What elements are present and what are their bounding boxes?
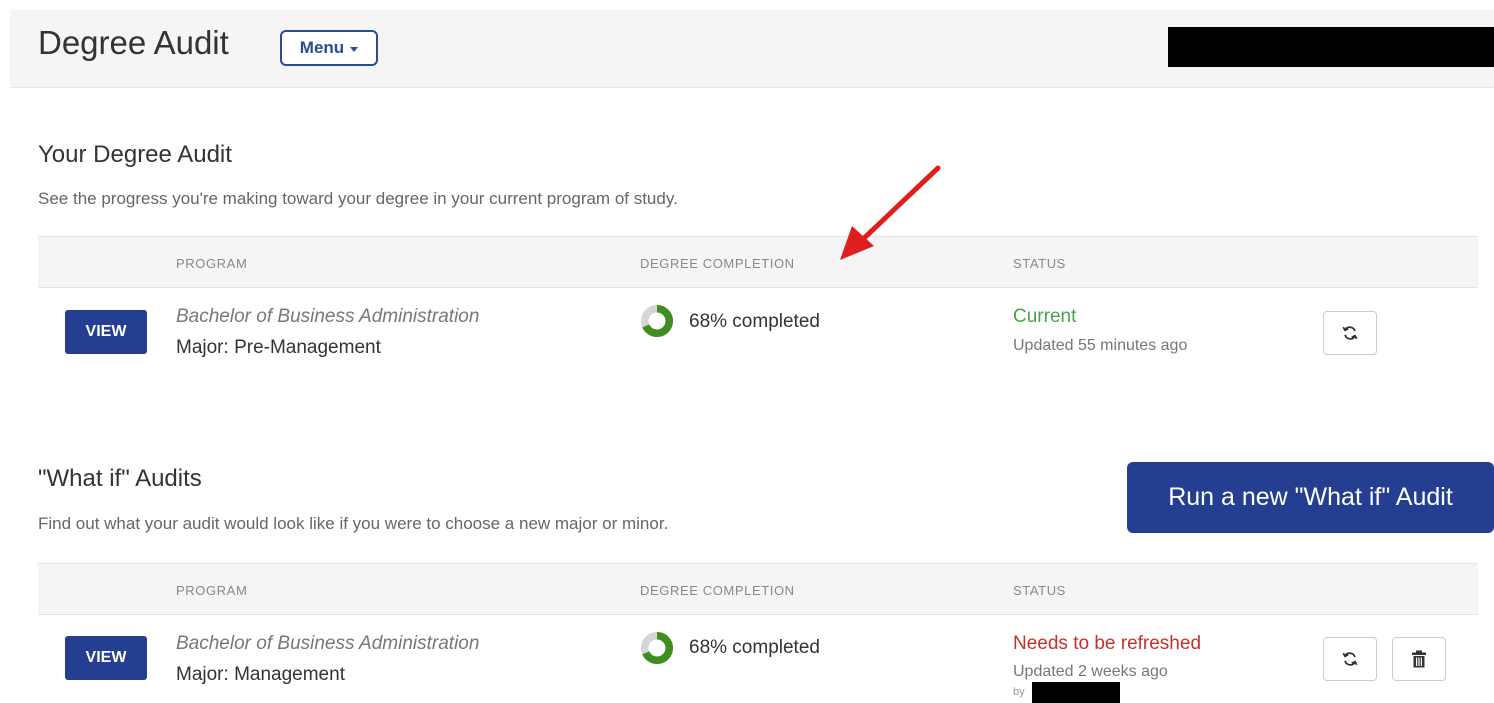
menu-button-label: Menu bbox=[299, 38, 345, 57]
column-header-program: PROGRAM bbox=[176, 256, 248, 271]
program-name: Bachelor of Business Administration bbox=[176, 306, 480, 327]
whatif-audit-table-header: PROGRAM DEGREE COMPLETION STATUS bbox=[38, 563, 1478, 615]
redacted-updated-by bbox=[1032, 682, 1120, 703]
delete-button[interactable] bbox=[1392, 637, 1446, 681]
current-audit-description: See the progress you're making toward yo… bbox=[38, 189, 678, 208]
refresh-button[interactable] bbox=[1323, 637, 1377, 681]
completion-donut-icon bbox=[640, 304, 674, 338]
column-header-program: PROGRAM bbox=[176, 583, 248, 598]
major-name: Major: Pre-Management bbox=[176, 337, 381, 358]
page-header: Degree Audit Menu bbox=[10, 10, 1494, 88]
annotation-arrow-icon bbox=[840, 165, 941, 260]
view-button[interactable]: VIEW bbox=[65, 636, 147, 680]
current-audit-table-header: PROGRAM DEGREE COMPLETION STATUS bbox=[38, 236, 1478, 288]
menu-button[interactable]: Menu bbox=[280, 30, 378, 66]
program-name: Bachelor of Business Administration bbox=[176, 633, 480, 654]
whatif-audits-title: "What if" Audits bbox=[38, 465, 202, 492]
status-badge: Needs to be refreshed bbox=[1013, 633, 1202, 654]
completion-text: 68% completed bbox=[689, 311, 820, 332]
page-title: Degree Audit bbox=[38, 24, 229, 61]
redacted-user-name bbox=[1168, 27, 1494, 67]
refresh-icon bbox=[1342, 326, 1358, 340]
completion-text: 68% completed bbox=[689, 637, 820, 658]
column-header-status: STATUS bbox=[1013, 256, 1066, 271]
status-badge: Current bbox=[1013, 306, 1077, 327]
current-audit-title: Your Degree Audit bbox=[38, 141, 232, 168]
view-button[interactable]: VIEW bbox=[65, 310, 147, 354]
major-name: Major: Management bbox=[176, 664, 345, 685]
run-whatif-audit-button[interactable]: Run a new "What if" Audit bbox=[1127, 462, 1494, 533]
refresh-icon bbox=[1342, 652, 1358, 666]
column-header-completion: DEGREE COMPLETION bbox=[640, 256, 795, 271]
chevron-down-icon bbox=[350, 46, 359, 52]
refresh-button[interactable] bbox=[1323, 311, 1377, 355]
updated-by-label: by bbox=[1013, 686, 1025, 698]
trash-icon bbox=[1412, 650, 1426, 668]
updated-time: Updated 55 minutes ago bbox=[1013, 337, 1188, 354]
column-header-completion: DEGREE COMPLETION bbox=[640, 583, 795, 598]
updated-time: Updated 2 weeks ago bbox=[1013, 663, 1168, 680]
column-header-status: STATUS bbox=[1013, 583, 1066, 598]
completion-donut-icon bbox=[640, 631, 674, 665]
whatif-audits-description: Find out what your audit would look like… bbox=[38, 514, 669, 533]
